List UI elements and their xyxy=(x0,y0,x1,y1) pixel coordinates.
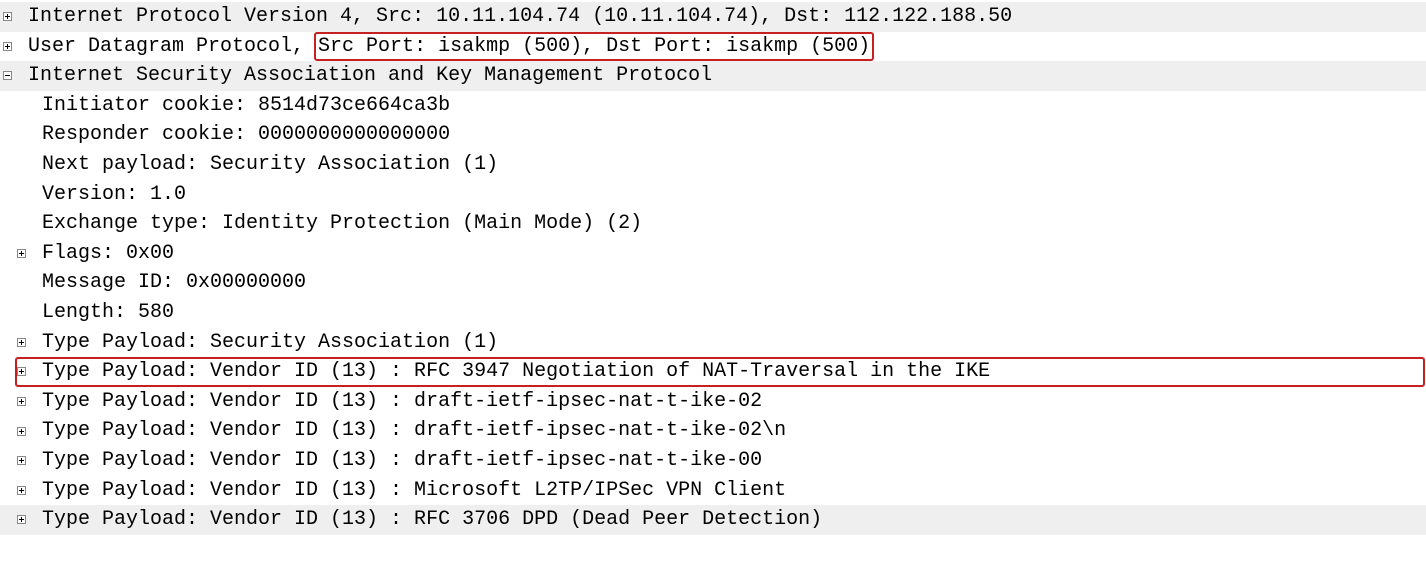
row-text: Initiator cookie: 8514d73ce664ca3b xyxy=(42,91,450,121)
field-exchange-type[interactable]: Exchange type: Identity Protection (Main… xyxy=(0,209,1426,239)
row-text: Version: 1.0 xyxy=(42,180,186,210)
expand-icon[interactable] xyxy=(14,427,28,436)
row-text: Internet Security Association and Key Ma… xyxy=(28,61,712,91)
expand-icon[interactable] xyxy=(14,249,28,258)
row-text: Type Payload: Vendor ID (13) : draft-iet… xyxy=(42,446,762,476)
field-next-payload[interactable]: Next payload: Security Association (1) xyxy=(0,150,1426,180)
field-responder-cookie[interactable]: Responder cookie: 0000000000000000 xyxy=(0,120,1426,150)
row-text: Message ID: 0x00000000 xyxy=(42,268,306,298)
field-version[interactable]: Version: 1.0 xyxy=(0,180,1426,210)
expand-icon[interactable] xyxy=(14,367,28,376)
row-text: Type Payload: Vendor ID (13) : RFC 3947 … xyxy=(42,357,990,387)
payload-sa[interactable]: Type Payload: Security Association (1) xyxy=(0,328,1426,358)
row-text: Type Payload: Vendor ID (13) : draft-iet… xyxy=(42,416,786,446)
highlighted-ports: Src Port: isakmp (500), Dst Port: isakmp… xyxy=(314,32,874,61)
expand-icon[interactable] xyxy=(14,515,28,524)
row-text: Internet Protocol Version 4, Src: 10.11.… xyxy=(28,2,1012,32)
payload-vendorid-nat-traversal[interactable]: Type Payload: Vendor ID (13) : RFC 3947 … xyxy=(0,357,1426,387)
expand-icon[interactable] xyxy=(0,12,14,21)
row-text: Length: 580 xyxy=(42,298,174,328)
row-text: Type Payload: Security Association (1) xyxy=(42,328,498,358)
proto-udp-row[interactable]: User Datagram Protocol, Src Port: isakmp… xyxy=(0,32,1426,62)
expand-icon[interactable] xyxy=(14,456,28,465)
field-message-id[interactable]: Message ID: 0x00000000 xyxy=(0,268,1426,298)
field-length[interactable]: Length: 580 xyxy=(0,298,1426,328)
collapse-icon[interactable] xyxy=(0,71,14,80)
row-text: Flags: 0x00 xyxy=(42,239,174,269)
expand-icon[interactable] xyxy=(0,42,14,51)
field-initiator-cookie[interactable]: Initiator cookie: 8514d73ce664ca3b xyxy=(0,91,1426,121)
expand-icon[interactable] xyxy=(14,486,28,495)
row-text: Type Payload: Vendor ID (13) : Microsoft… xyxy=(42,476,786,506)
row-text: Exchange type: Identity Protection (Main… xyxy=(42,209,642,239)
row-text: Responder cookie: 0000000000000000 xyxy=(42,120,450,150)
proto-isakmp-row[interactable]: Internet Security Association and Key Ma… xyxy=(0,61,1426,91)
row-text: Next payload: Security Association (1) xyxy=(42,150,498,180)
packet-details-tree: Internet Protocol Version 4, Src: 10.11.… xyxy=(0,0,1426,535)
expand-icon[interactable] xyxy=(14,338,28,347)
row-text-prefix: User Datagram Protocol, xyxy=(28,32,316,62)
payload-vendorid-draft00[interactable]: Type Payload: Vendor ID (13) : draft-iet… xyxy=(0,446,1426,476)
payload-vendorid-ms-l2tp[interactable]: Type Payload: Vendor ID (13) : Microsoft… xyxy=(0,476,1426,506)
proto-ipv4-row[interactable]: Internet Protocol Version 4, Src: 10.11.… xyxy=(0,2,1426,32)
payload-vendorid-draft02[interactable]: Type Payload: Vendor ID (13) : draft-iet… xyxy=(0,387,1426,417)
row-text: Type Payload: Vendor ID (13) : draft-iet… xyxy=(42,387,762,417)
field-flags[interactable]: Flags: 0x00 xyxy=(0,239,1426,269)
payload-vendorid-draft02n[interactable]: Type Payload: Vendor ID (13) : draft-iet… xyxy=(0,416,1426,446)
row-text: Type Payload: Vendor ID (13) : RFC 3706 … xyxy=(42,505,822,535)
expand-icon[interactable] xyxy=(14,397,28,406)
payload-vendorid-dpd[interactable]: Type Payload: Vendor ID (13) : RFC 3706 … xyxy=(0,505,1426,535)
